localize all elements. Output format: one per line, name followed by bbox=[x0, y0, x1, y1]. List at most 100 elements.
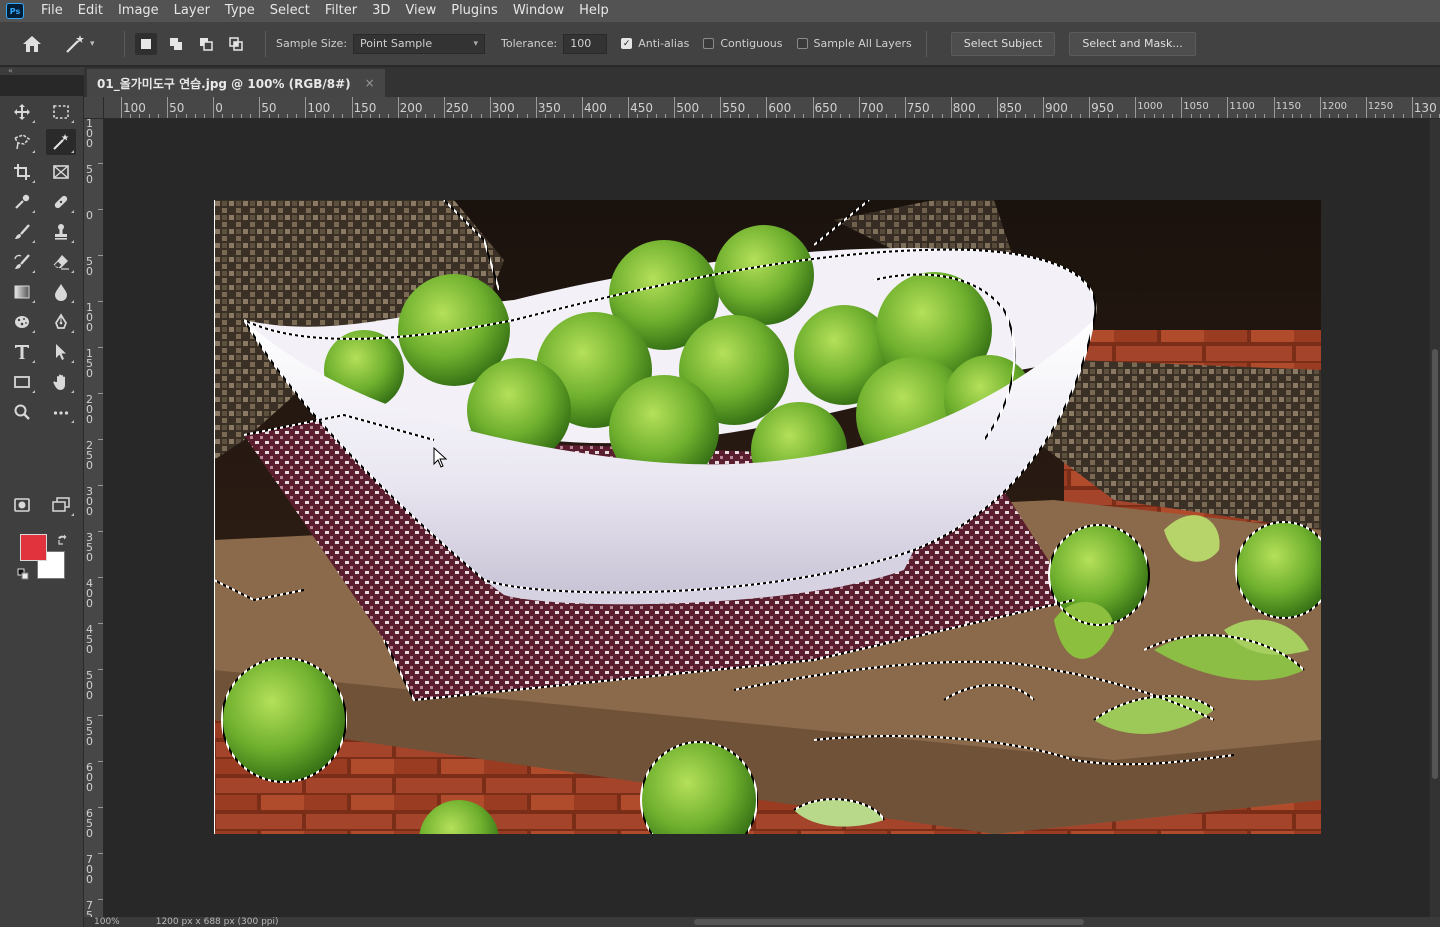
tolerance-input[interactable]: 100 bbox=[563, 33, 608, 54]
tolerance-label: Tolerance: bbox=[501, 37, 558, 50]
menu-plugins[interactable]: Plugins bbox=[444, 0, 506, 22]
menu-filter[interactable]: Filter bbox=[318, 0, 365, 22]
zoom-tool[interactable] bbox=[7, 399, 37, 425]
ruler-label: 350 bbox=[537, 101, 561, 115]
rectangle-tool[interactable] bbox=[7, 369, 37, 395]
swap-colors-icon[interactable] bbox=[56, 534, 68, 546]
zoom-level[interactable]: 100% bbox=[94, 917, 120, 927]
status-bar: 100% 1200 px x 688 px (300 ppi) bbox=[84, 917, 1440, 927]
add-to-selection-button[interactable] bbox=[165, 33, 187, 55]
ruler-label: 350 bbox=[86, 531, 93, 564]
anti-alias-checkbox[interactable]: ✓ Anti-alias bbox=[621, 37, 689, 50]
ruler-major-tick bbox=[1089, 97, 1091, 118]
menu-window[interactable]: Window bbox=[506, 0, 572, 22]
ruler-minor-tick bbox=[563, 114, 565, 118]
menu-help[interactable]: Help bbox=[572, 0, 617, 22]
healing-brush-tool[interactable] bbox=[46, 189, 76, 215]
sponge-tool[interactable] bbox=[7, 309, 37, 335]
ruler-label: 400 bbox=[86, 577, 93, 610]
new-selection-button[interactable] bbox=[135, 32, 157, 55]
menu-file[interactable]: File bbox=[34, 0, 71, 22]
screen-mode-button[interactable] bbox=[46, 492, 76, 518]
document-title: 01_올가미도구 연습.jpg @ 100% (RGB/8#) bbox=[97, 76, 351, 91]
ruler-major-tick bbox=[98, 255, 103, 256]
eyedropper-tool[interactable] bbox=[7, 189, 37, 215]
horizontal-ruler[interactable]: 100 50 0 50 100 150 200 250 300 350 400 450 500 550 60… bbox=[104, 97, 1440, 119]
ruler-minor-tick bbox=[840, 114, 842, 118]
vertical-scrollbar-thumb[interactable] bbox=[1432, 349, 1438, 779]
ruler-minor-tick bbox=[250, 114, 252, 118]
brush-icon bbox=[15, 224, 30, 239]
ruler-minor-tick bbox=[701, 114, 703, 118]
menu-edit[interactable]: Edit bbox=[71, 0, 111, 22]
ruler-label: 600 bbox=[768, 101, 792, 115]
ruler-minor-tick bbox=[895, 114, 897, 118]
vertical-scrollbar[interactable] bbox=[1430, 119, 1440, 917]
hand-tool[interactable] bbox=[46, 369, 76, 395]
frame-tool[interactable] bbox=[46, 159, 76, 185]
tool-group-indicator bbox=[71, 513, 74, 516]
sample-size-select[interactable]: Point Sample ▾ bbox=[353, 33, 486, 54]
quick-mask-button[interactable] bbox=[7, 492, 37, 518]
tool-group-indicator bbox=[32, 120, 35, 123]
menu-3d[interactable]: 3D bbox=[365, 0, 398, 22]
ruler-minor-tick bbox=[194, 114, 196, 118]
crop-tool[interactable] bbox=[7, 159, 37, 185]
ruler-minor-tick bbox=[296, 114, 298, 118]
blur-tool[interactable] bbox=[46, 279, 76, 305]
menu-view[interactable]: View bbox=[398, 0, 444, 22]
ruler-label: 900 bbox=[1045, 101, 1068, 115]
contiguous-checkbox[interactable]: Contiguous bbox=[703, 37, 783, 50]
vertical-ruler[interactable]: 1005005010015020025030035040045050055060… bbox=[84, 119, 104, 917]
type-tool[interactable] bbox=[7, 339, 37, 365]
close-icon[interactable]: × bbox=[365, 76, 375, 90]
document-info[interactable]: 1200 px x 688 px (300 ppi) bbox=[156, 917, 279, 927]
ruler-label: 450 bbox=[86, 623, 93, 656]
default-colors-icon[interactable] bbox=[17, 568, 29, 580]
ruler-label: 1050 bbox=[1183, 101, 1209, 112]
sponge-icon bbox=[15, 316, 29, 328]
select-and-mask-button[interactable]: Select and Mask... bbox=[1069, 31, 1196, 56]
menu-type[interactable]: Type bbox=[218, 0, 263, 22]
history-brush-tool[interactable] bbox=[7, 249, 37, 275]
ruler-label: 250 bbox=[86, 439, 93, 472]
menu-image[interactable]: Image bbox=[111, 0, 167, 22]
ruler-minor-tick bbox=[1338, 114, 1340, 118]
tool-group-indicator bbox=[71, 270, 74, 273]
home-button[interactable] bbox=[0, 22, 64, 66]
ruler-major-tick bbox=[1411, 97, 1413, 118]
magic-wand-tool[interactable] bbox=[46, 129, 76, 155]
eraser-tool[interactable] bbox=[46, 249, 76, 275]
document-tab-bar: 01_올가미도구 연습.jpg @ 100% (RGB/8#) × bbox=[84, 67, 1440, 97]
gradient-tool[interactable] bbox=[7, 279, 37, 305]
horizontal-scrollbar-thumb[interactable] bbox=[694, 919, 1084, 925]
move-tool[interactable] bbox=[7, 99, 37, 125]
select-subject-button[interactable]: Select Subject bbox=[950, 31, 1056, 56]
subtract-from-selection-button[interactable] bbox=[195, 33, 217, 55]
sample-all-layers-checkbox[interactable]: Sample All Layers bbox=[796, 37, 912, 50]
ruler-minor-tick bbox=[803, 114, 805, 118]
ruler-minor-tick bbox=[1144, 114, 1146, 118]
ruler-origin[interactable] bbox=[84, 97, 104, 119]
menu-layer[interactable]: Layer bbox=[167, 0, 218, 22]
document-image[interactable] bbox=[214, 200, 1321, 834]
path-selection-tool[interactable] bbox=[46, 339, 76, 365]
menu-select[interactable]: Select bbox=[263, 0, 318, 22]
marquee-tool[interactable] bbox=[46, 99, 76, 125]
brush-tool[interactable] bbox=[7, 219, 37, 245]
ruler-minor-tick bbox=[1245, 114, 1247, 118]
tool-preset-picker[interactable]: ▾ bbox=[64, 34, 114, 54]
clone-stamp-tool[interactable] bbox=[46, 219, 76, 245]
lasso-tool[interactable] bbox=[7, 129, 37, 155]
document-tab[interactable]: 01_올가미도구 연습.jpg @ 100% (RGB/8#) × bbox=[87, 69, 385, 97]
ruler-label: 1100 bbox=[1229, 101, 1255, 112]
screen-mode-icon bbox=[52, 497, 70, 512]
foreground-color-chip[interactable] bbox=[20, 534, 47, 561]
ruler-major-tick bbox=[98, 623, 103, 624]
pen-tool[interactable] bbox=[46, 309, 76, 335]
edit-toolbar-button[interactable] bbox=[46, 399, 76, 425]
tool-group-indicator bbox=[32, 360, 35, 363]
ruler-minor-tick bbox=[342, 114, 344, 118]
ruler-minor-tick bbox=[711, 114, 713, 118]
intersect-selection-button[interactable] bbox=[225, 33, 247, 55]
